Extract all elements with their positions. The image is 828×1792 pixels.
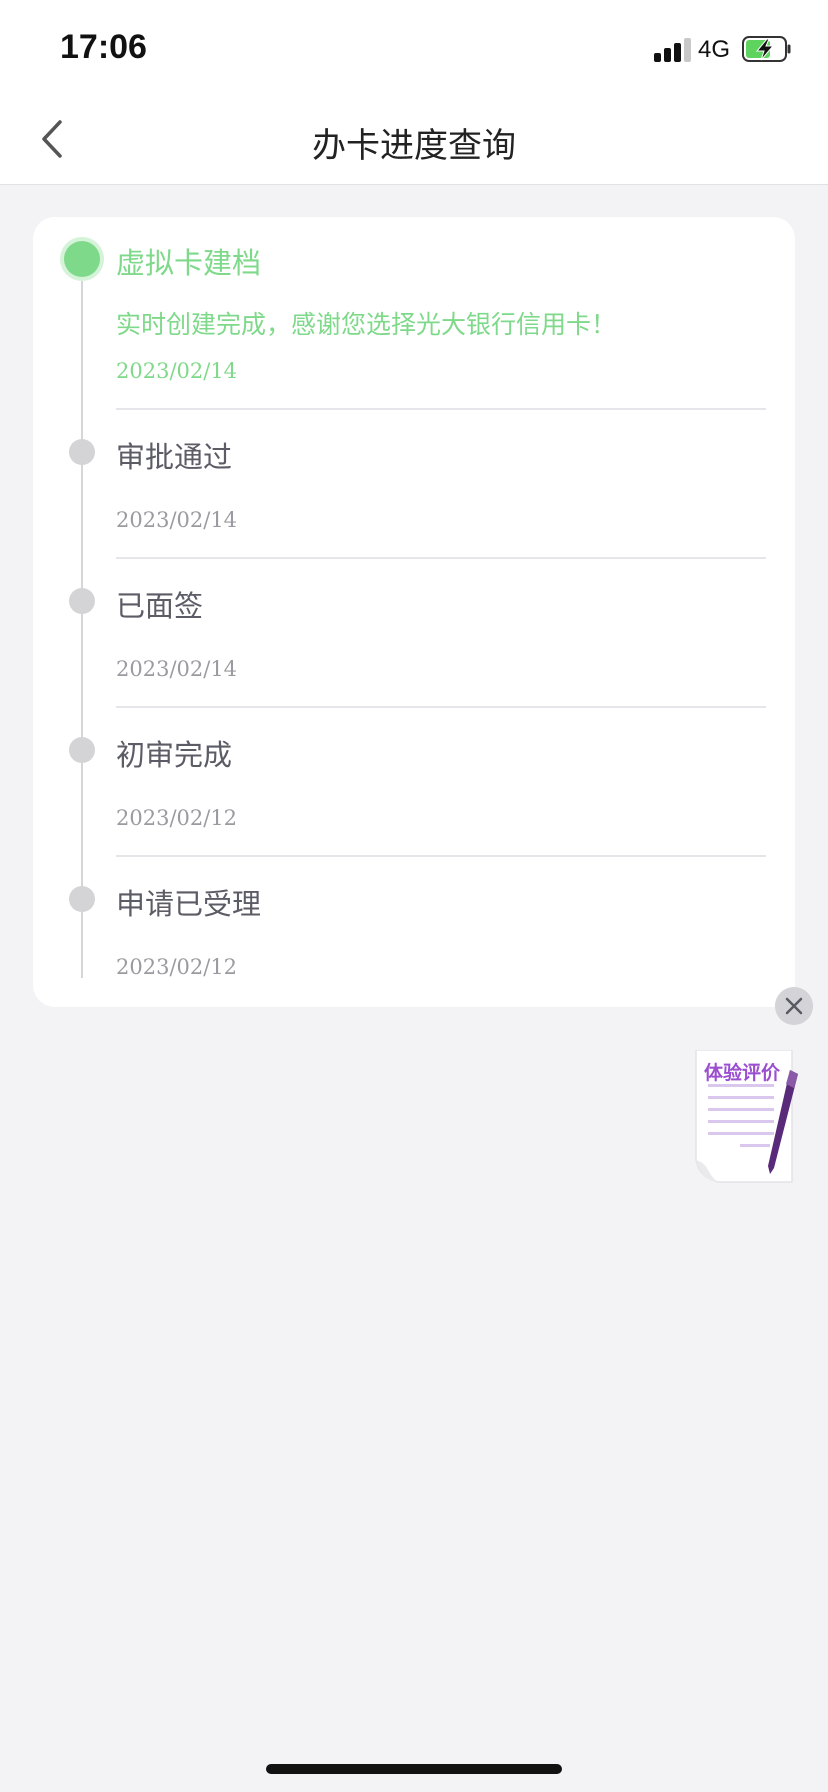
- step-dot: [69, 439, 95, 465]
- step-title: 已面签: [116, 589, 204, 623]
- close-icon[interactable]: [775, 987, 813, 1025]
- status-time: 17:06: [60, 28, 147, 66]
- step-title: 申请已受理: [116, 887, 262, 921]
- step-date: 2023/02/14: [116, 359, 238, 383]
- status-bar: 17:06 4G: [0, 0, 828, 96]
- step-dot: [69, 886, 95, 912]
- feedback-widget[interactable]: 体验评价: [690, 1050, 802, 1190]
- page-title: 办卡进度查询: [312, 126, 516, 166]
- nav-bar: 办卡进度查询: [0, 96, 828, 185]
- step-date: 2023/02/12: [116, 806, 238, 830]
- divider: [116, 855, 766, 857]
- step-active-dot: [64, 241, 100, 277]
- step-dot: [69, 588, 95, 614]
- battery-charging-icon: [742, 36, 791, 62]
- step-dot: [69, 737, 95, 763]
- step-title: 初审完成: [116, 738, 233, 772]
- step-date: 2023/02/14: [116, 508, 238, 532]
- step-title: 虚拟卡建档: [116, 246, 262, 280]
- step-title: 审批通过: [116, 440, 233, 474]
- divider: [116, 706, 766, 708]
- network-type: 4G: [698, 36, 731, 63]
- home-indicator: [266, 1764, 562, 1774]
- step-date: 2023/02/12: [116, 955, 238, 979]
- timeline-line: [81, 260, 83, 978]
- divider: [116, 408, 766, 410]
- step-date: 2023/02/14: [116, 657, 238, 681]
- step-description: 实时创建完成，感谢您选择光大银行信用卡！: [116, 310, 617, 339]
- divider: [116, 557, 766, 559]
- signal-icon: [654, 38, 691, 62]
- feedback-label: 体验评价: [704, 1062, 781, 1084]
